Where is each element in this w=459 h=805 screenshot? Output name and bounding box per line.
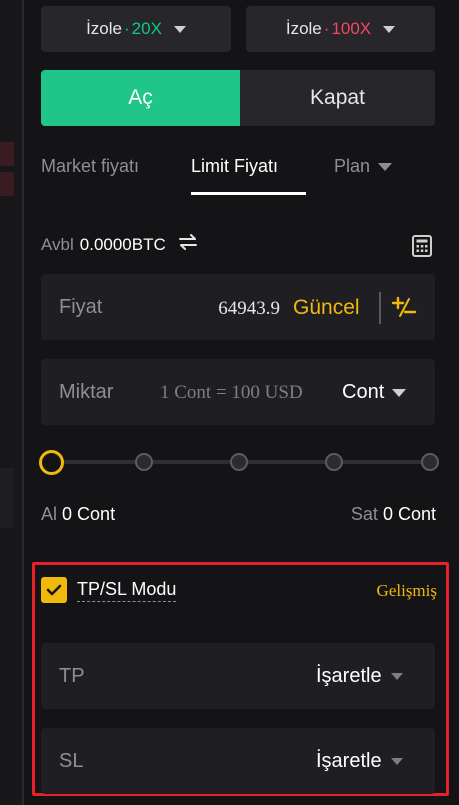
order-book-shade: [0, 468, 14, 528]
tp-label: TP: [59, 665, 85, 687]
sl-label: SL: [59, 750, 84, 772]
sell-label: Sat: [350, 504, 378, 524]
latest-price-button[interactable]: Güncel: [293, 296, 360, 320]
price-input[interactable]: 64943.9: [218, 298, 280, 320]
leverage-short-value: 100X: [331, 19, 372, 38]
quantity-label: Miktar: [59, 381, 114, 403]
buy-value: 0 Cont: [62, 504, 116, 524]
buy-label: Al: [41, 504, 58, 524]
unit-selector[interactable]: Cont: [342, 381, 407, 404]
order-book-row: [0, 142, 14, 166]
amount-slider[interactable]: [39, 450, 439, 476]
swap-icon[interactable]: [178, 234, 198, 255]
slider-step-75[interactable]: [325, 453, 343, 471]
sell-value: 0 Cont: [382, 504, 436, 524]
chevron-down-icon: [378, 163, 393, 172]
slider-step-100[interactable]: [421, 453, 439, 471]
buy-amount: Al 0 Cont: [41, 504, 115, 525]
tpsl-mode-label[interactable]: TP/SL Modu: [77, 579, 177, 602]
tpsl-mode-toggle[interactable]: TP/SL Modu: [41, 577, 177, 603]
active-tab-indicator: [191, 192, 306, 195]
separator-dot: ·: [323, 19, 330, 38]
margin-mode-label: İzole: [285, 19, 322, 38]
slider-step-25[interactable]: [135, 453, 153, 471]
trade-panel: İzole · 20X İzole · 100X Aç Kapat Market…: [24, 0, 459, 805]
field-divider: [379, 292, 381, 324]
leverage-long-selector[interactable]: İzole · 20X: [41, 6, 231, 52]
sell-amount: Sat 0 Cont: [351, 504, 436, 525]
tp-field[interactable]: TP İşaretle: [41, 643, 435, 709]
available-label: Avbl: [41, 234, 74, 254]
sl-trigger-value: İşaretle: [316, 750, 382, 772]
tab-market[interactable]: Market fiyatı: [41, 156, 139, 177]
price-field[interactable]: Fiyat 64943.9 Güncel: [41, 274, 435, 340]
price-label: Fiyat: [59, 296, 103, 318]
slider-handle[interactable]: [39, 450, 64, 475]
close-button[interactable]: Kapat: [240, 70, 435, 126]
separator-dot: ·: [124, 19, 130, 38]
advanced-link[interactable]: Gelişmiş: [377, 581, 437, 601]
order-book-row: [0, 172, 14, 196]
chevron-down-icon: [390, 758, 403, 765]
tab-limit[interactable]: Limit Fiyatı: [191, 156, 278, 177]
open-button[interactable]: Aç: [41, 70, 240, 126]
tab-plan-label: Plan: [334, 156, 371, 176]
tp-trigger-value: İşaretle: [316, 665, 382, 687]
leverage-short-selector[interactable]: İzole · 100X: [246, 6, 435, 52]
quantity-placeholder: 1 Cont = 100 USD: [160, 382, 303, 403]
leverage-long-value: 20X: [131, 19, 162, 38]
sl-field[interactable]: SL İşaretle: [41, 728, 435, 794]
open-close-toggle: Aç Kapat: [41, 70, 435, 126]
plus-minus-icon[interactable]: [391, 294, 417, 320]
unit-label: Cont: [342, 381, 385, 403]
tp-trigger-selector[interactable]: İşaretle: [316, 665, 403, 688]
margin-mode-label: İzole: [86, 19, 122, 38]
slider-step-50[interactable]: [230, 453, 248, 471]
order-type-tabs: Market fiyatı Limit Fiyatı Plan: [41, 150, 435, 200]
check-icon: [46, 584, 62, 596]
chevron-down-icon: [392, 388, 407, 397]
quantity-field[interactable]: Miktar 1 Cont = 100 USD Cont: [41, 359, 435, 425]
sl-trigger-selector[interactable]: İşaretle: [316, 750, 403, 773]
tab-plan[interactable]: Plan: [334, 156, 393, 177]
calculator-icon[interactable]: [410, 234, 434, 258]
chevron-down-icon: [173, 25, 186, 33]
chevron-down-icon: [383, 25, 396, 33]
tpsl-checkbox[interactable]: [41, 577, 67, 603]
available-balance: Avbl 0.0000BTC: [41, 234, 198, 255]
chevron-down-icon: [390, 673, 403, 680]
available-value: 0.0000BTC: [79, 234, 166, 254]
left-panel-edge: [0, 0, 23, 805]
